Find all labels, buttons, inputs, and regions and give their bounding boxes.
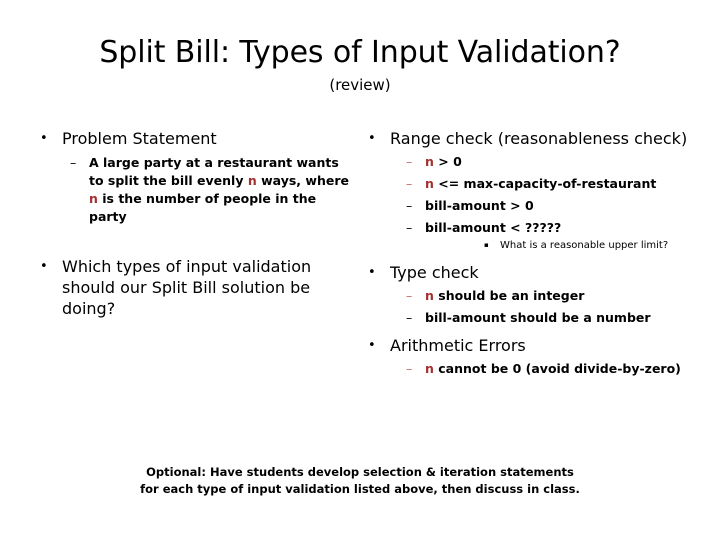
sub-bullet-text: bill-amount < ????? [425,220,562,235]
sub-bullet-problem-detail: – A large party at a restaurant wants to… [70,154,356,226]
dash-bullet-icon: – [70,155,77,170]
dash-bullet-icon: – [406,220,413,235]
sub-bullet-text: bill-amount > 0 [425,198,534,213]
sub-bullet-text: n <= max-capacity-of-restaurant [425,175,688,193]
sub-bullet-bill-amount-upper-limit: – bill-amount < ????? [406,219,688,237]
dash-bullet-icon: – [406,154,413,169]
bullet-problem-statement: • Problem Statement [40,128,356,149]
sub-bullet-text: bill-amount should be a number [425,310,651,325]
sub-bullet-n-cannot-be-zero: – n cannot be 0 (avoid divide-by-zero) [406,360,688,378]
text-segment: ways, where [256,173,349,188]
bullet-which-types-question: • Which types of input validation should… [40,256,356,319]
title-block: Split Bill: Types of Input Validation? (… [0,35,720,95]
disc-bullet-icon: • [368,338,376,353]
slide-title: Split Bill: Types of Input Validation? [99,35,621,70]
dash-bullet-icon: – [406,198,413,213]
dash-bullet-icon: – [406,288,413,303]
sub-list-type-check: – n should be an integer – bill-amount s… [406,287,688,327]
footer-line-2: for each type of input validation listed… [140,482,580,496]
variable-n: n [247,173,257,188]
variable-n: n [425,361,434,376]
sub-sub-bullet-reasonable-upper-limit: ▪ What is a reasonable upper limit? [484,238,688,253]
disc-bullet-icon: • [40,131,48,146]
bullet-label: Problem Statement [62,129,217,148]
footer-line-1: Optional: Have students develop selectio… [146,465,574,479]
sub-bullet-n-greater-than-zero: – n > 0 [406,153,688,171]
variable-n: n [425,154,434,169]
text-segment: should be an integer [433,288,585,303]
left-content-column: • Problem Statement – A large party at a… [40,128,356,319]
disc-bullet-icon: • [368,265,376,280]
bullet-label: Arithmetic Errors [390,336,526,355]
bullet-label: Which types of input validation should o… [62,257,312,318]
text-segment: > 0 [433,154,462,169]
dash-bullet-icon: – [406,361,413,376]
bullet-label: Range check (reasonableness check) [390,129,688,148]
sub-bullet-text: n cannot be 0 (avoid divide-by-zero) [425,360,688,378]
slide-canvas: Split Bill: Types of Input Validation? (… [0,0,720,540]
dash-bullet-icon: – [406,176,413,191]
bullet-arithmetic-errors: • Arithmetic Errors [368,335,688,356]
sub-list-range-check: – n > 0 – n <= max-capacity-of-restauran… [406,153,688,253]
sub-bullet-n-integer: – n should be an integer [406,287,688,305]
sub-bullet-bill-amount-greater-than-zero: – bill-amount > 0 [406,197,688,215]
square-bullet-icon: ▪ [484,241,489,249]
sub-bullet-bill-amount-number: – bill-amount should be a number [406,309,688,327]
variable-n: n [89,191,98,206]
right-content-column: • Range check (reasonableness check) – n… [368,128,688,378]
footer-note: Optional: Have students develop selectio… [0,464,720,498]
sub-list-problem-statement: – A large party at a restaurant wants to… [70,154,356,226]
text-segment: cannot be 0 (avoid divide-by-zero) [433,361,681,376]
sub-bullet-n-max-capacity: – n <= max-capacity-of-restaurant [406,175,688,193]
disc-bullet-icon: • [368,131,376,146]
sub-list-arithmetic-errors: – n cannot be 0 (avoid divide-by-zero) [406,360,688,378]
sub-bullet-text: n should be an integer [425,287,688,305]
sub-sub-bullet-text: What is a reasonable upper limit? [500,240,669,251]
bullet-type-check: • Type check [368,262,688,283]
text-segment: <= max-capacity-of-restaurant [433,176,657,191]
slide-subtitle: (review) [329,76,391,94]
bullet-range-check: • Range check (reasonableness check) [368,128,688,149]
sub-bullet-text: A large party at a restaurant wants to s… [89,154,356,226]
disc-bullet-icon: • [40,259,48,274]
variable-n: n [425,176,434,191]
sub-sub-list-upper-limit: ▪ What is a reasonable upper limit? [484,238,688,253]
dash-bullet-icon: – [406,310,413,325]
sub-bullet-text: n > 0 [425,153,688,171]
variable-n: n [425,288,434,303]
text-segment: is the number of people in the party [89,191,317,224]
bullet-label: Type check [390,263,479,282]
